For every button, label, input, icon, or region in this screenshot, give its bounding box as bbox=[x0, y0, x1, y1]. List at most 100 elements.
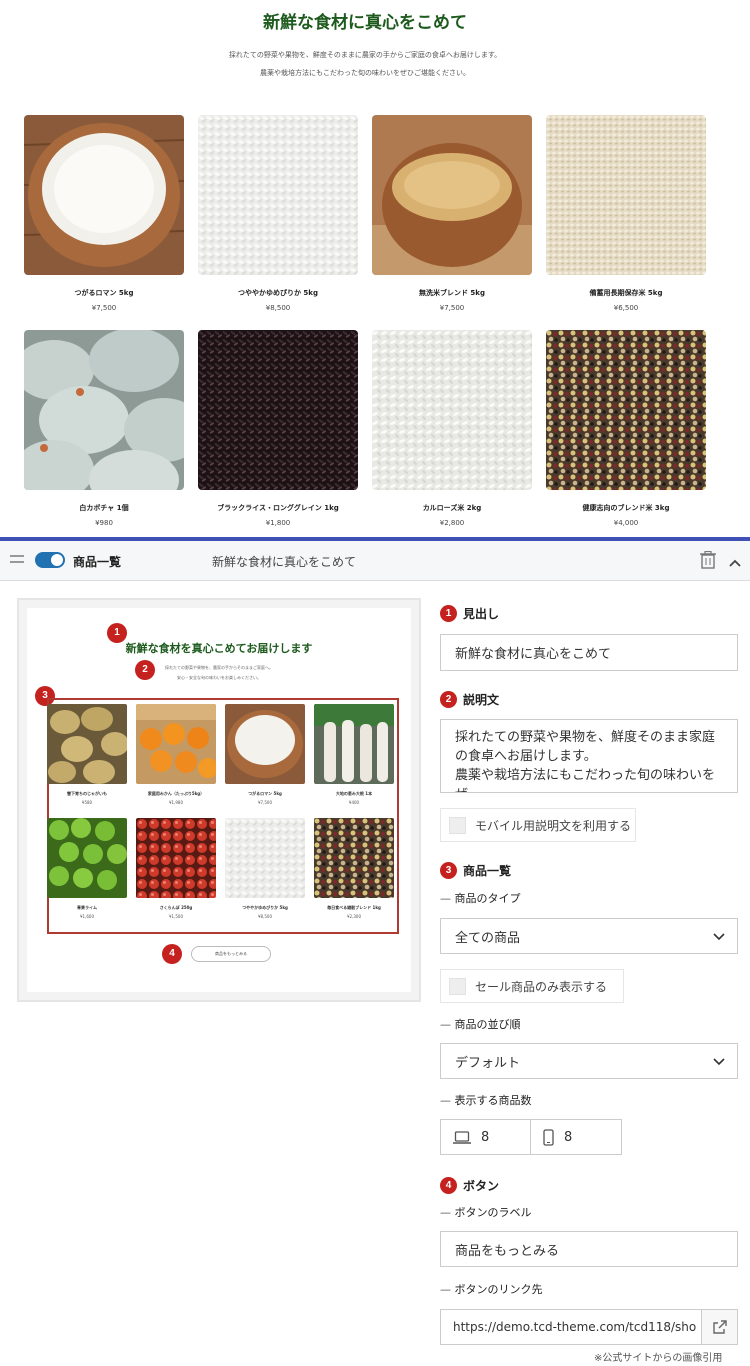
button-field-label: 4 ボタン bbox=[440, 1177, 499, 1194]
field-number-2: 2 bbox=[440, 691, 457, 708]
product-price: ¥7,500 bbox=[439, 304, 465, 312]
preview-product: つがるロマン 5kg ¥7,500 bbox=[225, 704, 305, 805]
product-price: ¥980 bbox=[95, 519, 113, 527]
product-image-white-pumpkins[interactable] bbox=[24, 330, 184, 490]
checkbox-box[interactable] bbox=[449, 816, 466, 834]
chevron-down-icon bbox=[713, 930, 725, 945]
storefront-description-line2: 農薬や栽培方法にもこだわった旬の味わいをぜひご堪能ください。 bbox=[260, 69, 470, 77]
product-price: ¥8,500 bbox=[265, 304, 291, 312]
admin-panel: 商品一覧 新鮮な食材に真心をこめて 1 新鮮な食材を真心こめてお届けします 2 … bbox=[0, 541, 750, 1366]
preview-image-mandarins bbox=[136, 704, 216, 784]
preview-product-price: ¥580 bbox=[81, 800, 93, 805]
preview-product-price: ¥8,500 bbox=[258, 914, 272, 919]
preview-title: 新鮮な食材を真心こめてお届けします bbox=[125, 642, 313, 655]
product-image-white-rice-closeup[interactable] bbox=[198, 115, 358, 275]
storefront-heading: 新鮮な食材に真心をこめて bbox=[263, 13, 467, 33]
product-type-value: 全ての商品 bbox=[455, 930, 521, 946]
sort-order-label: 商品の並び順 bbox=[440, 1016, 521, 1032]
product-name[interactable]: カルローズ米 2kg bbox=[372, 503, 532, 513]
preview-product-name: 青果ライム bbox=[77, 905, 97, 910]
checkbox-box[interactable] bbox=[449, 977, 466, 995]
preview-product-name: 毎日食べる雑穀ブレンド 1kg bbox=[327, 905, 381, 910]
button-text-input[interactable]: 商品をもっとみる bbox=[440, 1231, 738, 1267]
product-card[interactable]: カルローズ米 2kg ¥2,800 bbox=[372, 330, 532, 527]
preview-product-name: さくらんぼ 250g bbox=[159, 905, 193, 910]
laptop-icon bbox=[453, 1130, 471, 1144]
desktop-count-value: 8 bbox=[481, 1129, 490, 1145]
preview-image-limes bbox=[47, 818, 127, 898]
section-header-bar: 商品一覧 新鮮な食材に真心をこめて bbox=[0, 541, 750, 581]
preview-product: 青果ライム ¥1,600 bbox=[47, 818, 127, 919]
product-image-grain-blend[interactable] bbox=[546, 330, 706, 490]
preview-product: 毎日食べる雑穀ブレンド 1kg ¥2,300 bbox=[314, 818, 394, 919]
smartphone-icon bbox=[543, 1128, 554, 1146]
chevron-up-icon[interactable] bbox=[728, 553, 742, 572]
preview-product-name: 雪下育ちのじゃがいも bbox=[67, 791, 107, 796]
product-name[interactable]: 備蓄用長期保存米 5kg bbox=[546, 288, 706, 298]
product-card[interactable]: 白カボチャ 1個 ¥980 bbox=[24, 330, 184, 527]
product-price: ¥2,800 bbox=[439, 519, 465, 527]
product-card[interactable]: つがるロマン 5kg ¥7,500 bbox=[24, 115, 184, 312]
preview-product-price: ¥1,600 bbox=[80, 914, 94, 919]
product-image-calrose-rice[interactable] bbox=[372, 330, 532, 490]
product-image-mixed-grain-closeup[interactable] bbox=[546, 115, 706, 275]
preview-product-price: ¥1,980 bbox=[169, 800, 183, 805]
drag-handle-icon[interactable] bbox=[10, 555, 24, 567]
product-image-black-rice[interactable] bbox=[198, 330, 358, 490]
description-field-label: 2 説明文 bbox=[440, 691, 499, 708]
section-toggle[interactable] bbox=[35, 552, 65, 568]
display-count-label: 表示する商品数 bbox=[440, 1092, 532, 1108]
button-link-label: ボタンのリンク先 bbox=[440, 1281, 543, 1297]
preview-product: 家庭用みかん（たっぷり5kg） ¥1,980 bbox=[136, 704, 216, 805]
description-label-text: 説明文 bbox=[463, 693, 500, 707]
preview-product: さくらんぼ 250g ¥1,500 bbox=[136, 818, 216, 919]
preview-product-name: つややかゆめぴりか 5kg bbox=[242, 905, 288, 910]
product-card[interactable]: つややかゆめぴりか 5kg ¥8,500 bbox=[198, 115, 358, 312]
preview-desc-line2: 安心・安全な旬の味わいをお楽しみください。 bbox=[177, 675, 261, 680]
product-name[interactable]: ブラックライス・ロンググレイン 1kg bbox=[198, 503, 358, 513]
product-list-label: 3 商品一覧 bbox=[440, 862, 511, 879]
product-card[interactable]: 備蓄用長期保存米 5kg ¥6,500 bbox=[546, 115, 706, 312]
preview-image-white-rice-closeup bbox=[225, 818, 305, 898]
product-image-white-rice-bowl[interactable] bbox=[24, 115, 184, 275]
field-number-1: 1 bbox=[440, 605, 457, 622]
preview-image-cherries bbox=[136, 818, 216, 898]
product-name[interactable]: 白カボチャ 1個 bbox=[24, 503, 184, 513]
preview-product: つややかゆめぴりか 5kg ¥8,500 bbox=[225, 818, 305, 919]
heading-field-label: 1 見出し bbox=[440, 605, 499, 622]
product-type-select[interactable]: 全ての商品 bbox=[440, 918, 738, 954]
mobile-description-checkbox[interactable]: モバイル用説明文を利用する bbox=[440, 808, 636, 842]
product-image-brown-rice-bowl[interactable] bbox=[372, 115, 532, 275]
product-name[interactable]: 健康志向のブレンド米 3kg bbox=[546, 503, 706, 513]
description-line3: 農薬や栽培方法にもこだわった旬の味わいをぜ bbox=[455, 768, 716, 792]
heading-input[interactable]: 新鮮な食材に真心をこめて bbox=[440, 634, 738, 671]
product-card[interactable]: 無洗米ブレンド 5kg ¥7,500 bbox=[372, 115, 532, 312]
preview-product: 雪下育ちのじゃがいも ¥580 bbox=[47, 704, 127, 805]
preview-image-potatoes bbox=[47, 704, 127, 784]
sale-only-checkbox[interactable]: セール商品のみ表示する bbox=[440, 969, 624, 1003]
mobile-count-input[interactable]: 8 bbox=[531, 1120, 621, 1154]
product-name[interactable]: つがるロマン 5kg bbox=[24, 288, 184, 298]
chevron-down-icon bbox=[713, 1055, 725, 1070]
heading-label-text: 見出し bbox=[463, 607, 500, 621]
trash-icon[interactable] bbox=[700, 550, 716, 573]
desktop-count-input[interactable]: 8 bbox=[441, 1120, 531, 1154]
button-link-input[interactable]: https://demo.tcd-theme.com/tcd118/sho bbox=[441, 1310, 701, 1344]
button-text-label: ボタンのラベル bbox=[440, 1204, 532, 1220]
product-price: ¥4,000 bbox=[613, 519, 639, 527]
product-card[interactable]: 健康志向のブレンド米 3kg ¥4,000 bbox=[546, 330, 706, 527]
product-name[interactable]: つややかゆめぴりか 5kg bbox=[198, 288, 358, 298]
sort-order-select[interactable]: デフォルト bbox=[440, 1043, 738, 1079]
preview-product-name: 大地の恵み大根 1本 bbox=[335, 791, 373, 796]
product-name[interactable]: 無洗米ブレンド 5kg bbox=[372, 288, 532, 298]
mobile-description-label: モバイル用説明文を利用する bbox=[475, 818, 632, 833]
product-card[interactable]: ブラックライス・ロンググレイン 1kg ¥1,800 bbox=[198, 330, 358, 527]
preview-image-white-rice-bowl bbox=[225, 704, 305, 784]
description-textarea[interactable]: 採れたての野菜や果物を、鮮度そのまま家庭 の食卓へお届けします。 農薬や栽培方法… bbox=[440, 719, 738, 793]
image-credit-note: ※公式サイトからの画像引用 bbox=[594, 1353, 723, 1364]
storefront-description-line1: 採れたての野菜や果物を、鮮度そのままに農家の手からご家庭の食卓へお届けします。 bbox=[228, 51, 502, 59]
mobile-count-value: 8 bbox=[564, 1129, 573, 1145]
preview-image-daikon bbox=[314, 704, 394, 784]
preview-product-name: つがるロマン 5kg bbox=[248, 791, 282, 796]
external-link-icon[interactable] bbox=[701, 1310, 737, 1344]
